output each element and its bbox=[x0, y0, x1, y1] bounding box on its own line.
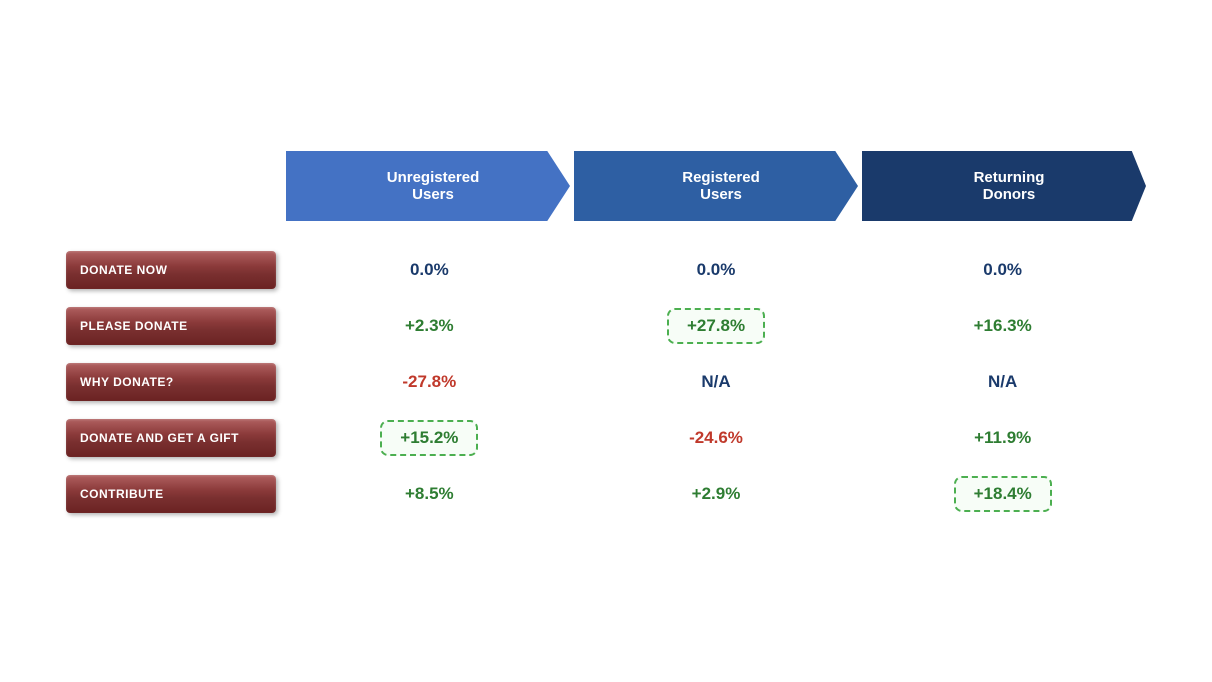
main-container: UnregisteredUsers RegisteredUsers Return… bbox=[56, 131, 1156, 551]
header-registered: RegisteredUsers bbox=[574, 151, 858, 221]
cell-2-0: -27.8% bbox=[286, 372, 573, 392]
cell-0-1: 0.0% bbox=[573, 260, 860, 280]
cell-value: +8.5% bbox=[405, 484, 454, 503]
data-rows: DONATE NOW 0.0% 0.0% 0.0% PLEASE DONATE +2.3%… bbox=[66, 251, 1146, 531]
cell-4-1: +2.9% bbox=[573, 484, 860, 504]
highlight-value: +15.2% bbox=[380, 420, 478, 456]
cell-value: +2.9% bbox=[692, 484, 741, 503]
cell-3-1: -24.6% bbox=[573, 428, 860, 448]
cell-value: +16.3% bbox=[974, 316, 1032, 335]
cell-4-2: +18.4% bbox=[859, 476, 1146, 512]
cta-button-3[interactable]: DONATE AND GET A GIFT bbox=[66, 419, 276, 457]
highlight-value: +18.4% bbox=[954, 476, 1052, 512]
cta-button-4[interactable]: CONTRIBUTE bbox=[66, 475, 276, 513]
cell-3-0: +15.2% bbox=[286, 420, 573, 456]
cell-2-1: N/A bbox=[573, 372, 860, 392]
cta-button-1[interactable]: PLEASE DONATE bbox=[66, 307, 276, 345]
cell-value: 0.0% bbox=[983, 260, 1022, 279]
header-unregistered: UnregisteredUsers bbox=[286, 151, 570, 221]
cta-button-2[interactable]: WHY DONATE? bbox=[66, 363, 276, 401]
cell-1-0: +2.3% bbox=[286, 316, 573, 336]
cell-4-0: +8.5% bbox=[286, 484, 573, 504]
cell-value: 0.0% bbox=[410, 260, 449, 279]
cell-value: N/A bbox=[701, 372, 730, 391]
table-row: WHY DONATE? -27.8% N/A N/A bbox=[66, 363, 1146, 401]
cta-button-0[interactable]: DONATE NOW bbox=[66, 251, 276, 289]
cell-value: +11.9% bbox=[974, 428, 1031, 447]
row-label-4: CONTRIBUTE bbox=[66, 475, 276, 513]
cell-0-0: 0.0% bbox=[286, 260, 573, 280]
cell-1-1: +27.8% bbox=[573, 308, 860, 344]
row-label-1: PLEASE DONATE bbox=[66, 307, 276, 345]
cell-0-2: 0.0% bbox=[859, 260, 1146, 280]
table-row: DONATE AND GET A GIFT +15.2% -24.6% +11.9% bbox=[66, 419, 1146, 457]
table-row: PLEASE DONATE +2.3% +27.8% +16.3% bbox=[66, 307, 1146, 345]
row-label-3: DONATE AND GET A GIFT bbox=[66, 419, 276, 457]
table-row: DONATE NOW 0.0% 0.0% 0.0% bbox=[66, 251, 1146, 289]
row-label-0: DONATE NOW bbox=[66, 251, 276, 289]
cell-3-2: +11.9% bbox=[859, 428, 1146, 448]
header-row: UnregisteredUsers RegisteredUsers Return… bbox=[286, 151, 1146, 221]
cell-value: N/A bbox=[988, 372, 1017, 391]
cell-value: 0.0% bbox=[697, 260, 736, 279]
cell-2-2: N/A bbox=[859, 372, 1146, 392]
table-row: CONTRIBUTE +8.5% +2.9% +18.4% bbox=[66, 475, 1146, 513]
cell-value: -24.6% bbox=[689, 428, 743, 447]
cell-value: -27.8% bbox=[402, 372, 456, 391]
header-returning: ReturningDonors bbox=[862, 151, 1146, 221]
highlight-value: +27.8% bbox=[667, 308, 765, 344]
row-label-2: WHY DONATE? bbox=[66, 363, 276, 401]
cell-value: +2.3% bbox=[405, 316, 454, 335]
cell-1-2: +16.3% bbox=[859, 316, 1146, 336]
